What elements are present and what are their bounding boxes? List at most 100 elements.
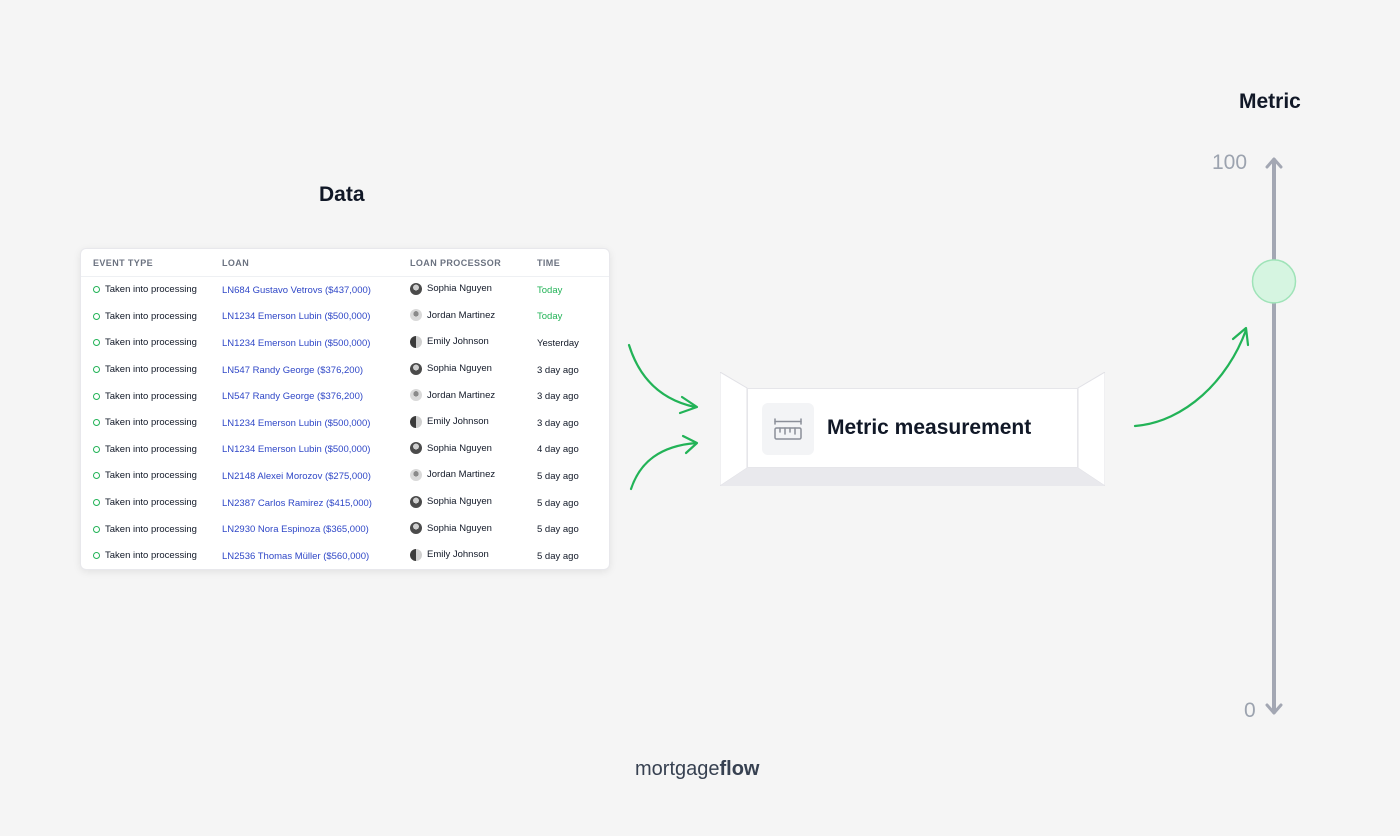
loan-link[interactable]: LN2148 Alexei Morozov ($275,000) [222, 471, 371, 482]
time-text: 3 day ago [537, 417, 579, 429]
event-type-text: Taken into processing [105, 497, 197, 509]
axis-max-label: 100 [1212, 151, 1248, 174]
loan-link[interactable]: LN1234 Emerson Lubin ($500,000) [222, 418, 370, 429]
time-text: 4 day ago [537, 444, 579, 456]
time-cell: Today [537, 304, 609, 331]
table-row[interactable]: Taken into processing LN2387 Carlos Ramir… [81, 490, 609, 517]
event-type-cell: Taken into processing [81, 357, 222, 384]
arrow-head-top [678, 395, 699, 415]
time-cell: 3 day ago [537, 410, 609, 437]
arrow-head-bottom [681, 434, 699, 455]
table-row[interactable]: Taken into processing LN547 Randy George … [81, 357, 609, 384]
loan-link[interactable]: LN1234 Emerson Lubin ($500,000) [222, 444, 370, 455]
processor-name: Jordan Martinez [427, 469, 496, 481]
time-text: 5 day ago [537, 470, 579, 482]
event-type-cell: Taken into processing [81, 383, 222, 410]
metric-slider-knob[interactable] [1251, 259, 1297, 304]
loan-cell: LN547 Randy George ($376,200) [222, 357, 410, 384]
brand-logo: mortgageflow [635, 758, 760, 781]
event-type-cell: Taken into processing [81, 410, 222, 437]
avatar [410, 389, 422, 402]
data-heading: Data [319, 183, 365, 206]
loan-link[interactable]: LN2387 Carlos Ramirez ($415,000) [222, 498, 372, 509]
processor-cell: Jordan Martinez [410, 383, 537, 410]
avatar [410, 309, 422, 322]
event-type-text: Taken into processing [105, 337, 197, 349]
table-row[interactable]: Taken into processing LN1234 Emerson Lubi… [81, 304, 609, 331]
events-table: EVENT TYPE LOAN LOAN PROCESSOR TIME Take… [81, 249, 609, 569]
processor-cell: Emily Johnson [410, 543, 537, 569]
loan-cell: LN1234 Emerson Lubin ($500,000) [222, 330, 410, 357]
event-type-cell: Taken into processing [81, 277, 222, 304]
status-circle-icon [93, 525, 100, 533]
metric-measurement-box: Metric measurement [720, 372, 1105, 486]
status-circle-icon [93, 339, 100, 347]
event-type-cell: Taken into processing [81, 463, 222, 490]
column-header-loan[interactable]: LOAN [222, 249, 410, 277]
avatar [410, 522, 422, 535]
table-row[interactable]: Taken into processing LN547 Randy George … [81, 383, 609, 410]
events-table-card: EVENT TYPE LOAN LOAN PROCESSOR TIME Take… [80, 248, 610, 570]
time-cell: 5 day ago [537, 543, 609, 569]
table-row[interactable]: Taken into processing LN1234 Emerson Lubi… [81, 437, 609, 464]
status-circle-icon [93, 552, 100, 560]
table-row[interactable]: Taken into processing LN1234 Emerson Lubi… [81, 330, 609, 357]
processor-name: Emily Johnson [427, 336, 489, 348]
event-type-text: Taken into processing [105, 523, 197, 535]
loan-cell: LN1234 Emerson Lubin ($500,000) [222, 304, 410, 331]
column-header-loan-processor[interactable]: LOAN PROCESSOR [410, 249, 537, 277]
table-row[interactable]: Taken into processing LN1234 Emerson Lubi… [81, 410, 609, 437]
status-circle-icon [93, 419, 100, 427]
avatar [410, 282, 422, 295]
time-cell: Yesterday [537, 330, 609, 357]
table-row[interactable]: Taken into processing LN2536 Thomas Mülle… [81, 543, 609, 569]
time-text: 5 day ago [537, 497, 579, 509]
event-type-cell: Taken into processing [81, 437, 222, 464]
loan-cell: LN1234 Emerson Lubin ($500,000) [222, 437, 410, 464]
arrow-data-to-measure-top [627, 343, 697, 409]
time-text: Today [537, 284, 563, 296]
loan-link[interactable]: LN684 Gustavo Vetrovs ($437,000) [222, 285, 371, 296]
time-cell: 4 day ago [537, 437, 609, 464]
loan-link[interactable]: LN547 Randy George ($376,200) [222, 391, 363, 402]
status-circle-icon [93, 445, 100, 453]
processor-name: Sophia Nguyen [427, 522, 492, 534]
avatar [410, 442, 422, 455]
processor-cell: Emily Johnson [410, 330, 537, 357]
table-row[interactable]: Taken into processing LN2148 Alexei Moroz… [81, 463, 609, 490]
loan-cell: LN2387 Carlos Ramirez ($415,000) [222, 490, 410, 517]
column-header-event-type[interactable]: EVENT TYPE [81, 249, 222, 277]
time-cell: Today [537, 277, 609, 304]
loan-link[interactable]: LN1234 Emerson Lubin ($500,000) [222, 338, 370, 349]
avatar [410, 362, 422, 375]
event-type-text: Taken into processing [105, 470, 197, 482]
loan-link[interactable]: LN547 Randy George ($376,200) [222, 365, 363, 376]
time-text: 5 day ago [537, 524, 579, 536]
processor-cell: Sophia Nguyen [410, 516, 537, 543]
status-circle-icon [93, 392, 100, 400]
event-type-text: Taken into processing [105, 443, 197, 455]
status-circle-icon [93, 366, 100, 374]
processor-cell: Emily Johnson [410, 410, 537, 437]
processor-name: Sophia Nguyen [427, 442, 492, 454]
loan-cell: LN547 Randy George ($376,200) [222, 383, 410, 410]
column-header-time[interactable]: TIME [537, 249, 609, 277]
processor-name: Emily Johnson [427, 416, 489, 428]
avatar [410, 495, 422, 508]
processor-cell: Sophia Nguyen [410, 357, 537, 384]
event-type-cell: Taken into processing [81, 516, 222, 543]
event-type-cell: Taken into processing [81, 490, 222, 517]
table-row[interactable]: Taken into processing LN2930 Nora Espinoz… [81, 516, 609, 543]
loan-link[interactable]: LN2536 Thomas Müller ($560,000) [222, 551, 369, 562]
table-row[interactable]: Taken into processing LN684 Gustavo Vetro… [81, 277, 609, 304]
time-cell: 5 day ago [537, 490, 609, 517]
loan-link[interactable]: LN2930 Nora Espinoza ($365,000) [222, 524, 369, 535]
avatar [410, 415, 422, 428]
status-circle-icon [93, 472, 100, 480]
event-type-text: Taken into processing [105, 364, 197, 376]
avatar [410, 468, 422, 481]
metric-axis [1251, 157, 1297, 715]
metric-heading: Metric [1239, 90, 1301, 113]
loan-link[interactable]: LN1234 Emerson Lubin ($500,000) [222, 311, 370, 322]
loan-cell: LN2148 Alexei Morozov ($275,000) [222, 463, 410, 490]
